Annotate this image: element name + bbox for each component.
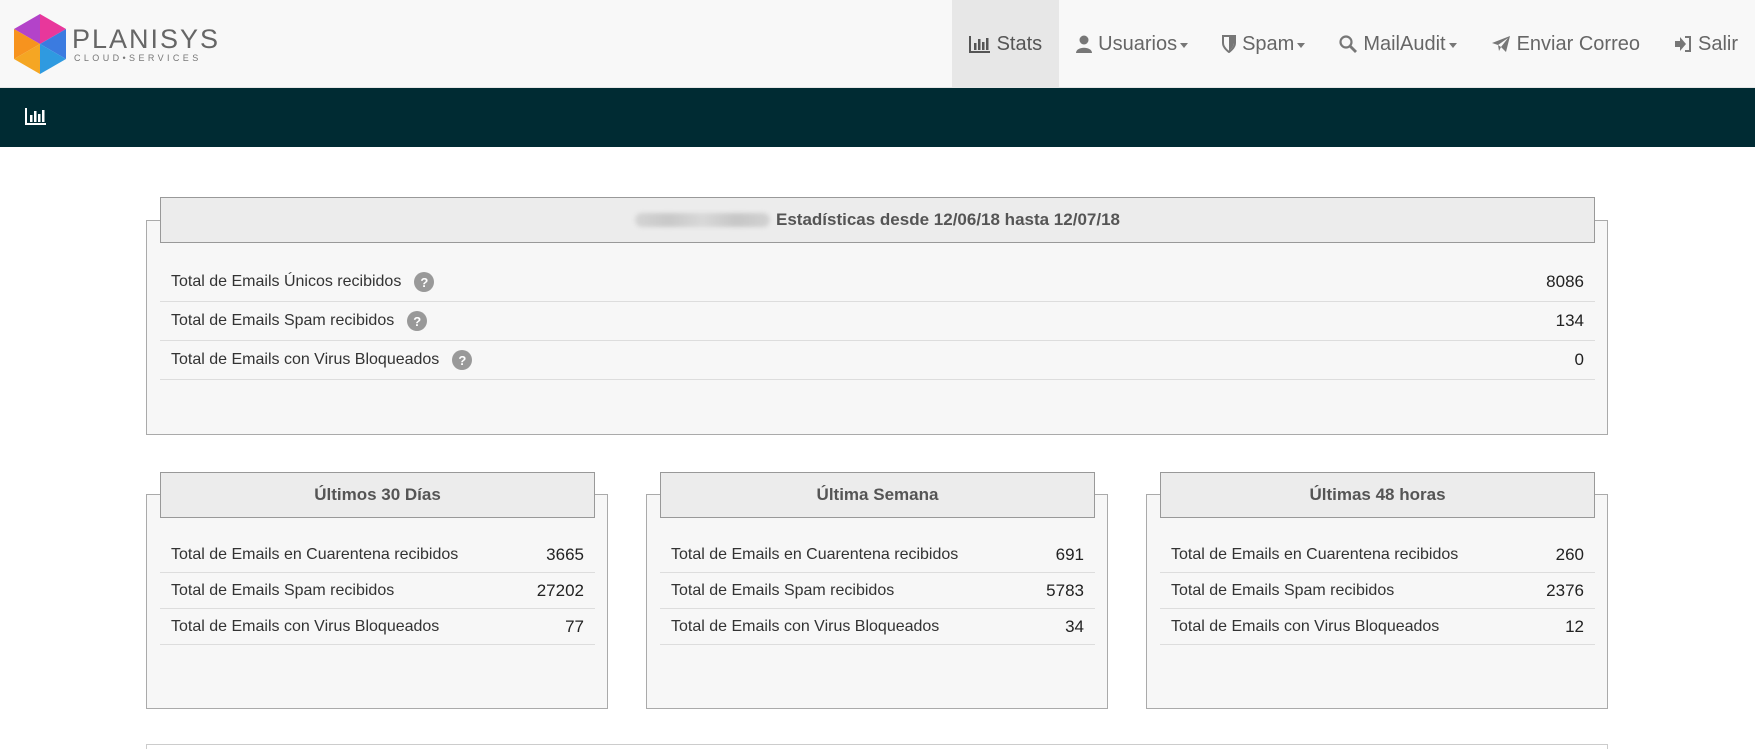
row-value: 134 xyxy=(1555,311,1584,330)
nav-spam[interactable]: Spam xyxy=(1205,0,1322,88)
row-value: 2376 xyxy=(1546,580,1584,600)
period-panel-title: Últimos 30 Días xyxy=(160,472,595,518)
nav-salir[interactable]: Salir xyxy=(1657,0,1755,88)
row-value: 77 xyxy=(565,616,584,636)
table-row: Total de Emails con Virus Bloqueados 34 xyxy=(660,609,1095,645)
row-label: Total de Emails en Cuarentena recibidos xyxy=(171,545,459,563)
summary-panel-title: Estadísticas desde 12/06/18 hasta 12/07/… xyxy=(160,197,1595,243)
nav-mailaudit-label: MailAudit xyxy=(1363,32,1446,55)
search-icon xyxy=(1339,35,1358,53)
nav-enviar-correo-label: Enviar Correo xyxy=(1516,32,1640,55)
period-panel-title: Últimas 48 horas xyxy=(1160,472,1595,518)
row-label: Total de Emails con Virus Bloqueados xyxy=(171,617,440,635)
nav-spam-label: Spam xyxy=(1242,32,1295,55)
help-icon[interactable]: ? xyxy=(414,272,435,292)
row-label: Total de Emails Únicos recibidos xyxy=(171,273,402,290)
section-bar xyxy=(0,88,1755,147)
sign-out-icon xyxy=(1674,35,1692,53)
row-value: 12 xyxy=(1565,616,1584,636)
table-row: Total de Emails en Cuarentena recibidos … xyxy=(660,537,1095,573)
nav-stats[interactable]: Stats xyxy=(951,0,1060,88)
brand-name: PLANISYS xyxy=(72,24,221,54)
table-row: Total de Emails Spam recibidos 27202 xyxy=(160,573,595,609)
blurred-domain xyxy=(634,213,770,227)
table-row: Total de Emails con Virus Bloqueados? 0 xyxy=(160,341,1595,380)
row-value: 3665 xyxy=(546,544,584,564)
top-navbar: PLANISYS CLOUD•SERVICES Stats Usuarios S… xyxy=(0,0,1755,88)
row-value: 691 xyxy=(1055,544,1084,564)
table-row: Total de Emails en Cuarentena recibidos … xyxy=(160,537,595,573)
next-panel-edge xyxy=(146,744,1608,749)
row-value: 260 xyxy=(1555,544,1584,564)
bar-chart-icon xyxy=(968,35,991,53)
nav-stats-label: Stats xyxy=(996,32,1043,55)
nav-enviar-correo[interactable]: Enviar Correo xyxy=(1474,0,1657,88)
help-icon[interactable]: ? xyxy=(407,311,428,331)
row-label: Total de Emails Spam recibidos xyxy=(1171,581,1395,599)
period-panel-title: Última Semana xyxy=(660,472,1095,518)
table-row: Total de Emails Spam recibidos? 134 xyxy=(160,302,1595,341)
chevron-down-icon xyxy=(1448,43,1457,48)
row-value: 0 xyxy=(1574,350,1584,369)
nav-usuarios[interactable]: Usuarios xyxy=(1059,0,1205,88)
row-label: Total de Emails Spam recibidos xyxy=(671,581,895,599)
nav-salir-label: Salir xyxy=(1697,32,1738,55)
row-label: Total de Emails con Virus Bloqueados xyxy=(171,351,440,368)
brand-subtitle: CLOUD•SERVICES xyxy=(74,53,202,63)
nav-mailaudit[interactable]: MailAudit xyxy=(1322,0,1473,88)
row-value: 27202 xyxy=(536,580,584,600)
bar-chart-icon[interactable] xyxy=(25,107,47,130)
row-label: Total de Emails en Cuarentena recibidos xyxy=(1171,545,1459,563)
row-label: Total de Emails con Virus Bloqueados xyxy=(671,617,940,635)
user-icon xyxy=(1076,35,1093,53)
row-value: 5783 xyxy=(1046,580,1084,600)
table-row: Total de Emails en Cuarentena recibidos … xyxy=(1160,537,1595,573)
planisys-logo[interactable]: PLANISYS CLOUD•SERVICES xyxy=(12,12,242,76)
table-row: Total de Emails Únicos recibidos? 8086 xyxy=(160,263,1595,302)
table-row: Total de Emails Spam recibidos 5783 xyxy=(660,573,1095,609)
chevron-down-icon xyxy=(1180,43,1189,48)
row-value: 8086 xyxy=(1546,272,1584,291)
nav-usuarios-label: Usuarios xyxy=(1098,32,1178,55)
table-row: Total de Emails Spam recibidos 2376 xyxy=(1160,573,1595,609)
row-label: Total de Emails Spam recibidos xyxy=(171,312,395,329)
shield-icon xyxy=(1222,35,1237,53)
main-nav: Stats Usuarios Spam MailAudit Enviar Cor… xyxy=(951,0,1755,88)
row-label: Total de Emails Spam recibidos xyxy=(171,581,395,599)
row-label: Total de Emails en Cuarentena recibidos xyxy=(671,545,959,563)
table-row: Total de Emails con Virus Bloqueados 12 xyxy=(1160,609,1595,645)
summary-title-text: Estadísticas desde 12/06/18 hasta 12/07/… xyxy=(775,210,1120,229)
hexagon-logo-icon xyxy=(14,14,66,74)
chevron-down-icon xyxy=(1297,43,1306,48)
help-icon[interactable]: ? xyxy=(452,350,473,370)
table-row: Total de Emails con Virus Bloqueados 77 xyxy=(160,609,595,645)
paper-plane-icon xyxy=(1491,35,1511,53)
row-value: 34 xyxy=(1065,616,1084,636)
row-label: Total de Emails con Virus Bloqueados xyxy=(1171,617,1440,635)
